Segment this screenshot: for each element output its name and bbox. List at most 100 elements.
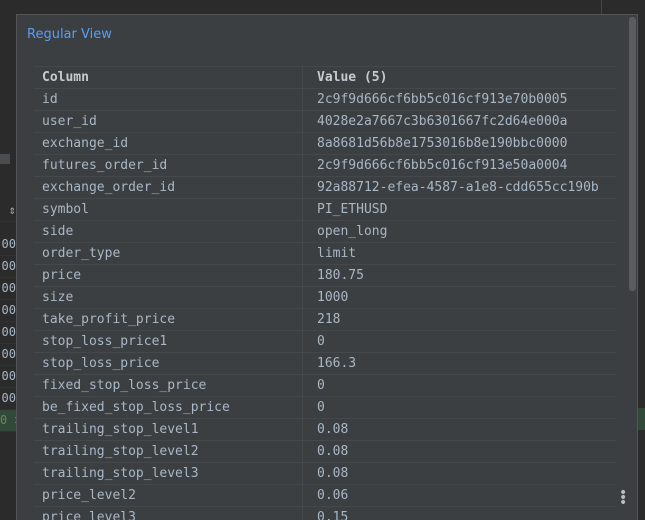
table-row[interactable]: id 2c9f9d666cf6bb5c016cf913e70b0005 [34,88,617,111]
editor-left-row: 0 > [0,410,16,432]
value-cell: 0 [317,378,325,393]
table-row[interactable]: take_profit_price 218 [34,308,617,331]
value-cell: 218 [317,312,341,327]
editor-left-row: 00 [0,300,16,322]
value-cell: 166.3 [317,356,357,371]
column-divider [302,507,303,520]
column-name-cell: stop_loss_price [42,356,160,371]
column-divider [302,375,303,397]
value-cell: 1000 [317,290,349,305]
column-divider [302,331,303,353]
column-name-cell: trailing_stop_level2 [42,444,199,459]
column-divider [302,485,303,507]
column-header: Column [42,70,89,85]
column-name-cell: take_profit_price [42,312,176,327]
column-name-cell: side [42,224,74,239]
table-row[interactable]: trailing_stop_level2 0.08 [34,440,617,463]
value-cell: 0.08 [317,444,349,459]
table-row[interactable]: exchange_id 8a8681d56b8e1753016b8e190bbc0… [34,132,617,155]
column-name-cell: trailing_stop_level3 [42,466,199,481]
table-row[interactable]: price 180.75 [34,264,617,287]
column-divider [302,89,303,111]
table-row[interactable]: be_fixed_stop_loss_price 0 [34,396,617,419]
table-row[interactable]: trailing_stop_level3 0.08 [34,462,617,485]
table-row[interactable]: price_level3 0.15 [34,506,617,520]
column-divider [302,287,303,309]
value-cell: limit [317,246,357,261]
more-vertical-icon[interactable]: • • • [619,486,627,510]
column-divider [302,243,303,265]
column-name-cell: order_type [42,246,121,261]
column-name-cell: exchange_id [42,136,129,151]
table-row[interactable]: fixed_stop_loss_price 0 [34,374,617,397]
editor-left-row: 00 [0,344,16,366]
value-cell: 92a88712-efea-4587-a1e8-cdd655cc190b [317,180,599,195]
column-divider [302,309,303,331]
table-body: id 2c9f9d666cf6bb5c016cf913e70b0005 user_i… [34,88,617,520]
editor-left-row: 00 [0,256,16,278]
value-cell: 8a8681d56b8e1753016b8e190bbc0000 [317,136,568,151]
value-table: Column Value (5) id 2c9f9d666cf6bb5c016cf… [34,66,617,520]
value-cell: 4028e2a7667c3b6301667fc2d64e000a [317,114,568,129]
editor-left-row: 00 [0,234,16,256]
editor-gutter-marker [0,154,10,164]
vertical-scrollbar[interactable] [627,15,637,520]
table-row[interactable]: price_level2 0.06 [34,484,617,507]
column-name-cell: trailing_stop_level1 [42,422,199,437]
table-row[interactable]: exchange_order_id 92a88712-efea-4587-a1e8… [34,176,617,199]
scrollbar-thumb[interactable] [629,17,636,291]
column-name-cell: user_id [42,114,97,129]
column-name-cell: price_level3 [42,510,136,520]
table-row[interactable]: user_id 4028e2a7667c3b6301667fc2d64e000a [34,110,617,133]
value-cell: PI_ETHUSD [317,202,388,217]
value-cell: 0 [317,400,325,415]
table-row[interactable]: side open_long [34,220,617,243]
value-cell: 0.08 [317,466,349,481]
value-cell: 0.15 [317,510,349,520]
value-cell: 0 [317,334,325,349]
table-row[interactable]: symbol PI_ETHUSD [34,198,617,221]
column-name-cell: symbol [42,202,89,217]
value-header: Value (5) [317,70,388,85]
column-name-cell: price [42,268,82,283]
value-cell: 180.75 [317,268,364,283]
column-divider [302,111,303,133]
editor-left-row: ⇕ [0,200,16,222]
column-name-cell: price_level2 [42,488,136,503]
table-header-row: Column Value (5) [34,66,617,89]
value-cell: 2c9f9d666cf6bb5c016cf913e50a0004 [317,158,568,173]
table-row[interactable]: size 1000 [34,286,617,309]
column-divider [302,441,303,463]
editor-left-row: 00 [0,388,16,410]
column-divider [302,353,303,375]
table-row[interactable]: futures_order_id 2c9f9d666cf6bb5c016cf913… [34,154,617,177]
editor-left-row: 00 [0,322,16,344]
table-row[interactable]: stop_loss_price 166.3 [34,352,617,375]
value-cell: open_long [317,224,388,239]
column-name-cell: be_fixed_stop_loss_price [42,400,230,415]
value-popup: Regular View Column Value (5) id 2c9f9d66… [16,14,638,520]
column-name-cell: futures_order_id [42,158,168,173]
column-divider [302,463,303,485]
editor-left-row: 00 [0,366,16,388]
value-cell: 2c9f9d666cf6bb5c016cf913e70b0005 [317,92,568,107]
column-name-cell: size [42,290,74,305]
editor-top-strip [0,0,645,14]
value-cell: 0.08 [317,422,349,437]
column-divider [302,155,303,177]
regular-view-link[interactable]: Regular View [27,27,112,42]
editor-left-row: 00 [0,278,16,300]
column-divider [302,397,303,419]
table-row[interactable]: order_type limit [34,242,617,265]
column-name-cell: exchange_order_id [42,180,176,195]
table-row[interactable]: stop_loss_price1 0 [34,330,617,353]
column-divider [302,177,303,199]
editor-highlight-strip [638,408,645,430]
column-divider [302,221,303,243]
table-row[interactable]: trailing_stop_level1 0.08 [34,418,617,441]
column-divider [302,265,303,287]
column-name-cell: id [42,92,58,107]
editor-divider [601,0,602,14]
column-divider [302,199,303,221]
column-name-cell: fixed_stop_loss_price [42,378,207,393]
